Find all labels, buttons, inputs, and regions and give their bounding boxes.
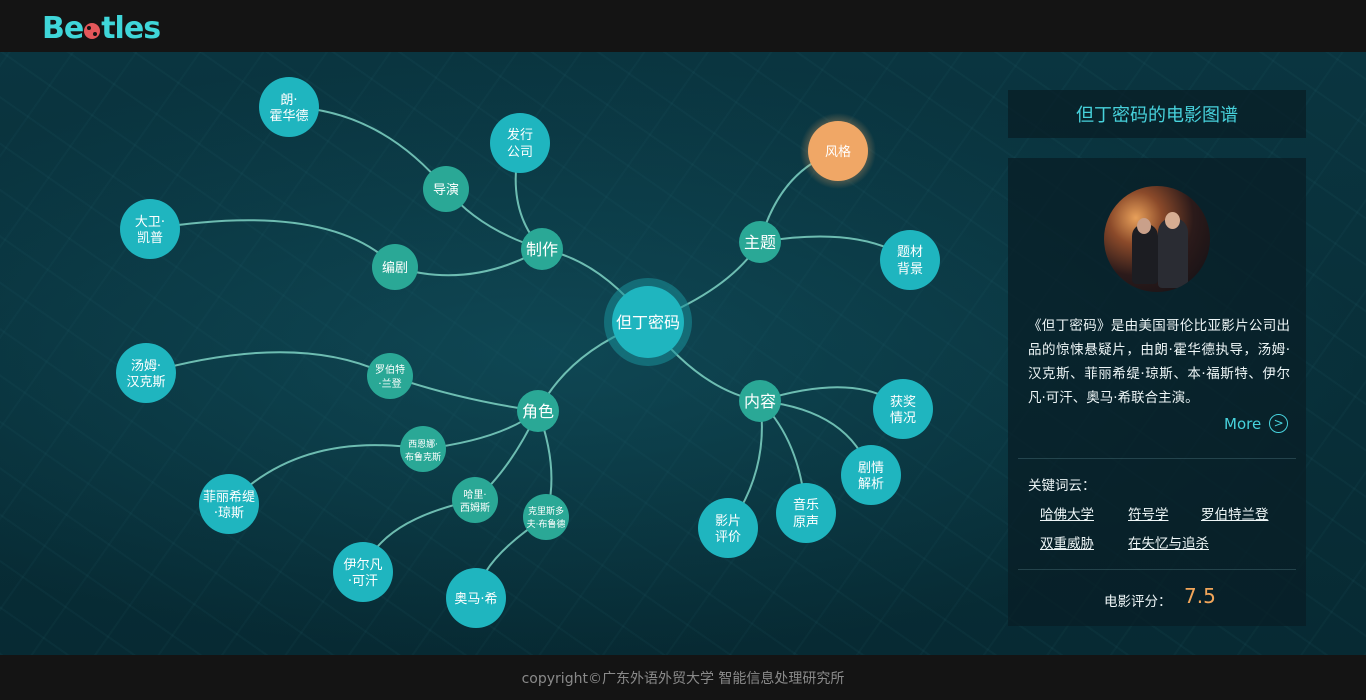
node-bianju[interactable]: 编剧 (372, 244, 418, 290)
logo-text-b: tles (101, 10, 161, 46)
node-xiensina[interactable]: 西恩娜·布鲁克斯 (400, 426, 446, 472)
film-reel-icon (84, 23, 101, 39)
node-daoyan[interactable]: 导演 (423, 166, 469, 212)
node-yingpian[interactable]: 影片评价 (698, 498, 758, 558)
movie-info-panel: 《但丁密码》是由美国哥伦比亚影片公司出品的惊悚悬疑片，由朗·霍华德执导，汤姆·汉… (1008, 158, 1306, 626)
node-feili-label-2: ·琼斯 (214, 506, 244, 521)
rating-value: 7.5 (1184, 584, 1216, 608)
node-lang-label-2: 霍华德 (269, 109, 308, 124)
keyword-link[interactable]: 罗伯特兰登 (1201, 503, 1269, 523)
node-dawei[interactable]: 大卫·凯普 (120, 199, 180, 259)
node-dawei-label-2: 凯普 (137, 231, 163, 246)
node-keli[interactable]: 克里斯多夫·布鲁德 (523, 494, 569, 540)
node-daoyan-label: 导演 (433, 182, 459, 198)
link-luobote-tangmu (145, 351, 391, 377)
node-yingpian-label-1: 影片 (715, 514, 741, 529)
node-fengge[interactable]: 风格 (800, 113, 876, 189)
node-juqing-label-2: 解析 (858, 477, 884, 492)
copyright-text: copyright©广东外语外贸大学 智能信息处理研究所 (521, 670, 845, 687)
node-aoma-label: 奥马·希 (454, 592, 497, 607)
node-yierfan-label-1: 伊尔凡 (343, 558, 382, 573)
node-luobote[interactable]: 罗伯特·兰登 (367, 353, 413, 399)
node-huojiang[interactable]: 获奖情况 (873, 379, 933, 439)
node-keli-label-2: 夫·布鲁德 (527, 518, 566, 530)
node-juqing-label-1: 剧情 (858, 461, 884, 476)
keyword-link[interactable]: 在失忆与追杀 (1128, 532, 1209, 552)
movie-poster (1104, 186, 1210, 292)
beatles-logo[interactable]: Be tles (42, 10, 161, 46)
keyword-link[interactable]: 符号学 (1128, 503, 1169, 523)
movie-description: 《但丁密码》是由美国哥伦比亚影片公司出品的惊悚悬疑片，由朗·霍华德执导，汤姆·汉… (1028, 318, 1290, 406)
node-xiensina-label-2: 布鲁克斯 (405, 451, 441, 463)
logo-text-a: Be (42, 10, 84, 46)
node-hali-label-1: 哈里· (463, 488, 486, 501)
more-label: More (1224, 414, 1262, 433)
node-jiaose[interactable]: 角色 (517, 390, 559, 432)
node-yingpian-label-2: 评价 (715, 530, 741, 545)
node-huojiang-label-2: 情况 (890, 411, 916, 426)
node-center-label: 但丁密码 (616, 313, 680, 332)
keyword-link[interactable]: 哈佛大学 (1040, 503, 1094, 523)
header-bar: Be tles (0, 0, 1366, 52)
node-yinyue[interactable]: 音乐原声 (776, 483, 836, 543)
node-faxing[interactable]: 发行公司 (490, 113, 550, 173)
node-lang-label-1: 朗· (280, 93, 297, 108)
node-zhuti-label: 主题 (744, 233, 776, 252)
node-huojiang-label-1: 获奖 (890, 395, 916, 410)
node-luobote-label-1: 罗伯特 (375, 363, 405, 376)
node-tangmu[interactable]: 汤姆·汉克斯 (116, 343, 176, 403)
poster-face-right (1165, 212, 1180, 229)
more-link[interactable]: More > (1224, 414, 1289, 433)
panel-title: 但丁密码的电影图谱 (1008, 90, 1306, 138)
node-hali[interactable]: 哈里·西姆斯 (452, 477, 498, 523)
node-yierfan[interactable]: 伊尔凡·可汗 (333, 542, 393, 602)
node-faxing-label-2: 公司 (507, 145, 533, 160)
poster-face-left (1137, 218, 1151, 234)
link-bianju-dawei (149, 219, 396, 268)
link-xiensina-feili (228, 444, 424, 505)
divider (1018, 569, 1296, 570)
node-bianju-label: 编剧 (382, 261, 408, 276)
divider (1018, 458, 1296, 459)
keywords-label: 关键词云： (1028, 478, 1096, 494)
node-aoma[interactable]: 奥马·希 (446, 568, 506, 628)
node-neirong[interactable]: 内容 (739, 380, 781, 422)
node-yinyue-label-1: 音乐 (793, 497, 819, 513)
knowledge-graph: 但丁密码 制作 主题 角色 内容 导演 编剧 发行公司 朗·霍华德 大卫·凯普 … (116, 77, 940, 628)
node-fengge-label: 风格 (825, 144, 851, 160)
node-ticai-label-2: 背景 (897, 262, 923, 277)
node-dawei-label-1: 大卫· (135, 215, 165, 230)
chevron-right-circle-icon: > (1269, 414, 1289, 433)
node-faxing-label-1: 发行 (507, 127, 533, 143)
node-hali-label-2: 西姆斯 (460, 501, 490, 514)
node-tangmu-label-2: 汉克斯 (126, 375, 165, 390)
keyword-link[interactable]: 双重威胁 (1040, 532, 1094, 552)
node-feili-label-1: 菲丽希缇 (203, 490, 255, 505)
node-tangmu-label-1: 汤姆· (131, 359, 161, 374)
node-keli-label-1: 克里斯多 (528, 505, 564, 517)
node-neirong-label: 内容 (744, 392, 776, 411)
node-ticai[interactable]: 题材背景 (880, 230, 940, 290)
node-zhizuo-label: 制作 (526, 240, 558, 259)
node-jiaose-label: 角色 (522, 402, 554, 421)
node-yinyue-label-2: 原声 (793, 515, 819, 530)
node-zhuti[interactable]: 主题 (739, 221, 781, 263)
node-yierfan-label-2: ·可汗 (348, 574, 378, 589)
node-lang[interactable]: 朗·霍华德 (259, 77, 319, 137)
node-juqing[interactable]: 剧情解析 (841, 445, 901, 505)
footer-bar: copyright©广东外语外贸大学 智能信息处理研究所 (0, 655, 1366, 700)
node-zhizuo[interactable]: 制作 (521, 228, 563, 270)
node-luobote-label-2: ·兰登 (378, 377, 401, 390)
node-feili[interactable]: 菲丽希缇·琼斯 (199, 474, 259, 534)
node-center[interactable]: 但丁密码 (604, 278, 692, 366)
node-ticai-label-1: 题材 (897, 245, 923, 260)
rating-label: 电影评分： (1104, 594, 1172, 610)
node-xiensina-label-1: 西恩娜· (408, 438, 438, 450)
